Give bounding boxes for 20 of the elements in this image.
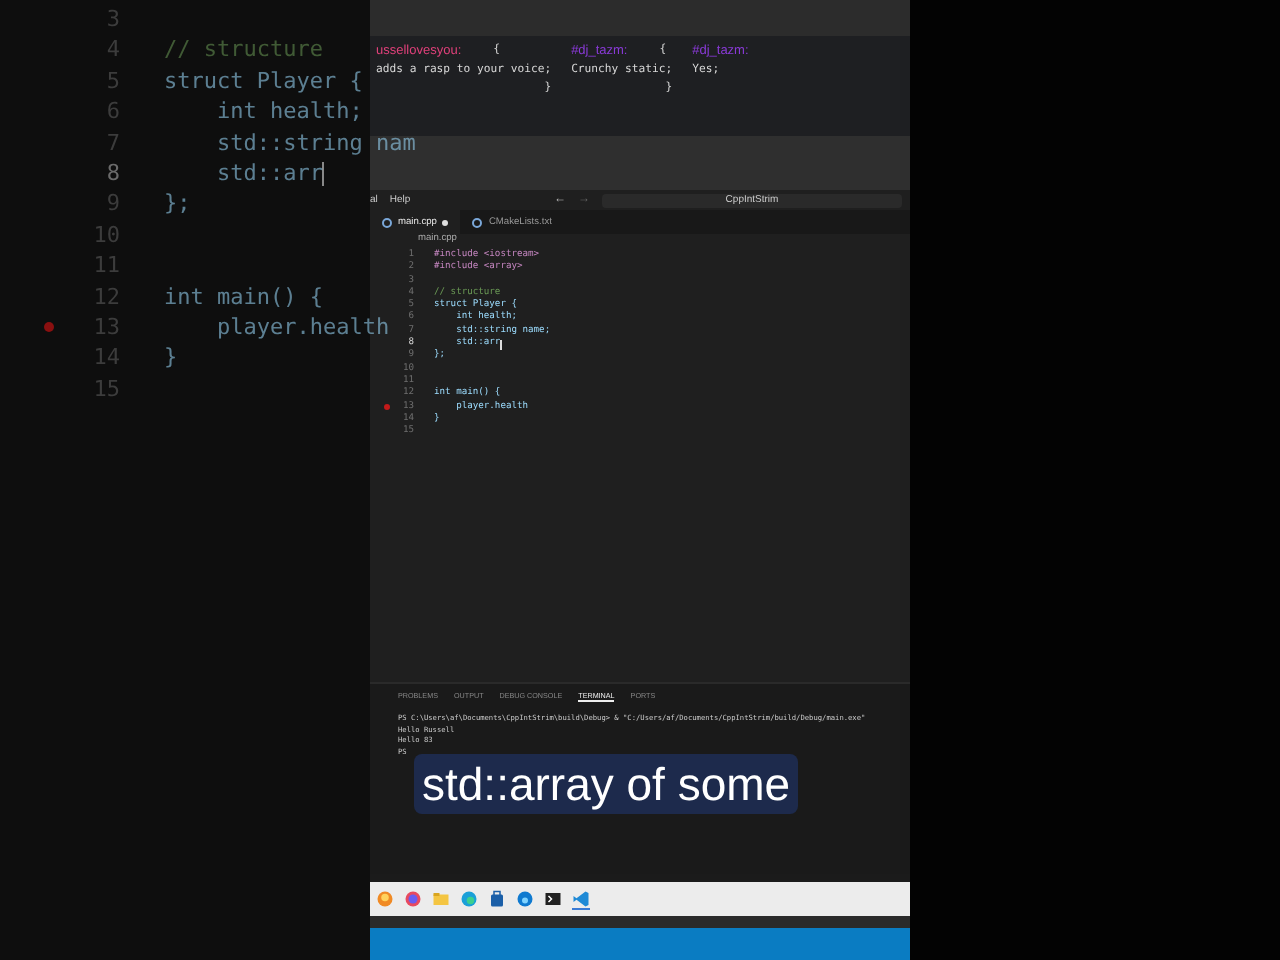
code-line: player.health xyxy=(214,311,390,343)
line-number: 8 xyxy=(104,157,120,189)
code-line: int main() { xyxy=(164,281,323,312)
browser-icon[interactable] xyxy=(460,890,478,908)
code-line: }; xyxy=(164,188,191,220)
fox-icon[interactable] xyxy=(376,890,394,908)
browser-icon[interactable] xyxy=(516,890,534,908)
breakpoint-icon[interactable] xyxy=(44,322,54,333)
store-icon[interactable] xyxy=(488,890,506,908)
folder-icon[interactable] xyxy=(432,890,450,908)
code-editor-icon[interactable] xyxy=(572,889,590,909)
breakpoint-icon[interactable] xyxy=(384,404,390,411)
code-line: int health; xyxy=(214,96,363,128)
code-line: // structure xyxy=(164,34,323,66)
code-line: } xyxy=(164,342,178,374)
browser-icon[interactable] xyxy=(404,890,422,908)
code-line: std::string nam xyxy=(214,127,416,158)
code-line: struct Player { xyxy=(164,65,363,97)
caption: std::array of some xyxy=(414,754,799,814)
terminal-icon[interactable] xyxy=(544,890,562,908)
